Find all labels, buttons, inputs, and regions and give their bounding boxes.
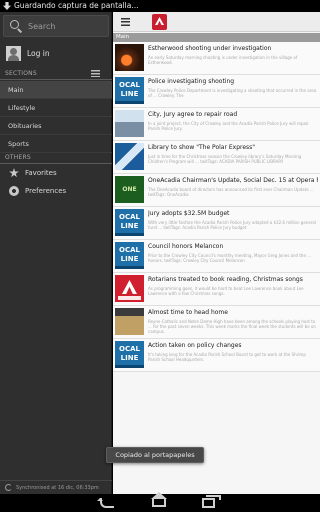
article-snippet: It's taking long for the Acadia Parish S… <box>148 352 306 363</box>
article-row[interactable]: Estherwood shooting under investigation … <box>113 42 320 75</box>
login-label: Log in <box>27 48 50 58</box>
article-title: OneAcadia Chairman's Update, Social Dec.… <box>148 177 318 184</box>
gear-icon <box>9 186 19 196</box>
list-icon[interactable] <box>91 70 100 77</box>
menu-icon[interactable] <box>121 18 130 26</box>
article-title: Council honors Melancon <box>148 243 224 250</box>
article-snippet: Just in time for the Christmas season th… <box>148 154 302 165</box>
article-snippet: In a joint project, the City of Crowley … <box>148 121 309 132</box>
home-icon[interactable] <box>152 498 166 507</box>
app-logo-icon <box>152 14 167 30</box>
article-thumbnail: OCAL LINE <box>115 242 144 269</box>
article-row[interactable]: OCAL LINE Jury adopts $32.5M budget With … <box>113 207 320 240</box>
article-snippet: The Crowley Police Department is investi… <box>148 88 317 99</box>
article-row[interactable]: OCAL LINE Council honors Melancon Prior t… <box>113 240 320 273</box>
toast-message: Copiado al portapapeles <box>106 447 204 463</box>
sidebar-item-label: Main <box>8 86 24 94</box>
article-snippet: With very little fanfare the Acadia Pari… <box>148 220 316 231</box>
article-snippet: The OneAcadia board of directors has ann… <box>148 187 314 198</box>
sync-status[interactable]: Synchronised at 16 dic, 06:33pm <box>0 480 112 494</box>
sidebar-item-sports[interactable]: Sports <box>0 135 112 153</box>
preferences-label: Preferences <box>25 187 67 195</box>
article-title: Library to show "The Polar Express" <box>148 144 256 151</box>
article-title: Estherwood shooting under investigation <box>148 45 272 52</box>
article-thumbnail: OCAL LINE <box>115 341 144 368</box>
article-title: Rotarians treated to book reading, Chris… <box>148 276 303 283</box>
download-icon <box>3 2 11 10</box>
action-bar <box>113 12 320 32</box>
favorites-label: Favorites <box>25 169 57 177</box>
sidebar-item-obituaries[interactable]: Obituaries <box>0 117 112 135</box>
app-screen: Guardando captura de pantalla... Log in … <box>0 0 320 512</box>
user-avatar-icon <box>6 45 21 61</box>
article-row[interactable]: Rotarians treated to book reading, Chris… <box>113 273 320 306</box>
article-title: Police investigating shooting <box>148 78 235 85</box>
navigation-drawer: Log in SECTIONS Main Lifestyle Obituarie… <box>0 12 112 494</box>
preferences-item[interactable]: Preferences <box>0 182 112 200</box>
article-row[interactable]: ONE OneAcadia Chairman's Update, Social … <box>113 174 320 207</box>
article-row[interactable]: Almost time to head home Reyne Catholic … <box>113 306 320 339</box>
article-thumbnail: OCAL LINE <box>115 77 144 104</box>
others-header-label: OTHERS <box>5 154 31 161</box>
system-nav-bar <box>0 494 320 512</box>
sections-header-label: SECTIONS <box>5 70 37 77</box>
login-button[interactable]: Log in <box>6 44 106 62</box>
article-thumbnail <box>115 44 144 71</box>
sidebar-item-label: Lifestyle <box>8 104 36 112</box>
refresh-icon <box>5 484 12 491</box>
article-thumbnail <box>115 143 144 170</box>
recent-apps-icon[interactable] <box>202 495 221 508</box>
sections-header: SECTIONS <box>0 68 112 80</box>
article-thumbnail <box>115 275 144 302</box>
article-row[interactable]: OCAL LINE Action taken on policy changes … <box>113 339 320 372</box>
others-header: OTHERS <box>0 152 112 164</box>
article-row[interactable]: City, Jury agree to repair road In a joi… <box>113 108 320 141</box>
sidebar-item-label: Sports <box>8 140 29 148</box>
article-thumbnail: ONE <box>115 176 144 203</box>
article-snippet: Reyne Catholic and Notre Dame High have … <box>148 319 316 335</box>
sidebar-item-main[interactable]: Main <box>0 81 112 99</box>
search-icon <box>9 19 23 33</box>
article-thumbnail <box>115 110 144 137</box>
sync-text: Synchronised at 16 dic, 06:33pm <box>16 484 99 491</box>
article-row[interactable]: Library to show "The Polar Express" Just… <box>113 141 320 174</box>
article-title: Action taken on policy changes <box>148 342 242 349</box>
sidebar-item-label: Obituaries <box>8 122 42 130</box>
star-icon <box>9 168 19 178</box>
search-box[interactable] <box>3 15 109 37</box>
article-snippet: An early Saturday morning shooting is un… <box>148 55 298 66</box>
section-title-bar: Main <box>113 33 320 42</box>
article-row[interactable]: OCAL LINE Police investigating shooting T… <box>113 75 320 108</box>
article-snippet: Prior to the Crowley City Council's mont… <box>148 253 311 264</box>
status-text: Guardando captura de pantalla... <box>14 1 139 10</box>
article-title: City, Jury agree to repair road <box>148 111 238 118</box>
search-input[interactable] <box>28 21 108 31</box>
content-panel: Main Estherwood shooting under investiga… <box>113 12 320 494</box>
article-thumbnail <box>115 308 144 335</box>
back-icon[interactable] <box>97 498 114 508</box>
sidebar-item-lifestyle[interactable]: Lifestyle <box>0 99 112 117</box>
favorites-item[interactable]: Favorites <box>0 164 112 182</box>
article-title: Almost time to head home <box>148 309 228 316</box>
article-snippet: As programming goes, it would be hard to… <box>148 286 304 297</box>
status-bar: Guardando captura de pantalla... <box>0 0 320 12</box>
article-thumbnail: OCAL LINE <box>115 209 144 236</box>
section-title: Main <box>116 34 130 40</box>
article-title: Jury adopts $32.5M budget <box>148 210 230 217</box>
article-list: Estherwood shooting under investigation … <box>113 42 320 372</box>
